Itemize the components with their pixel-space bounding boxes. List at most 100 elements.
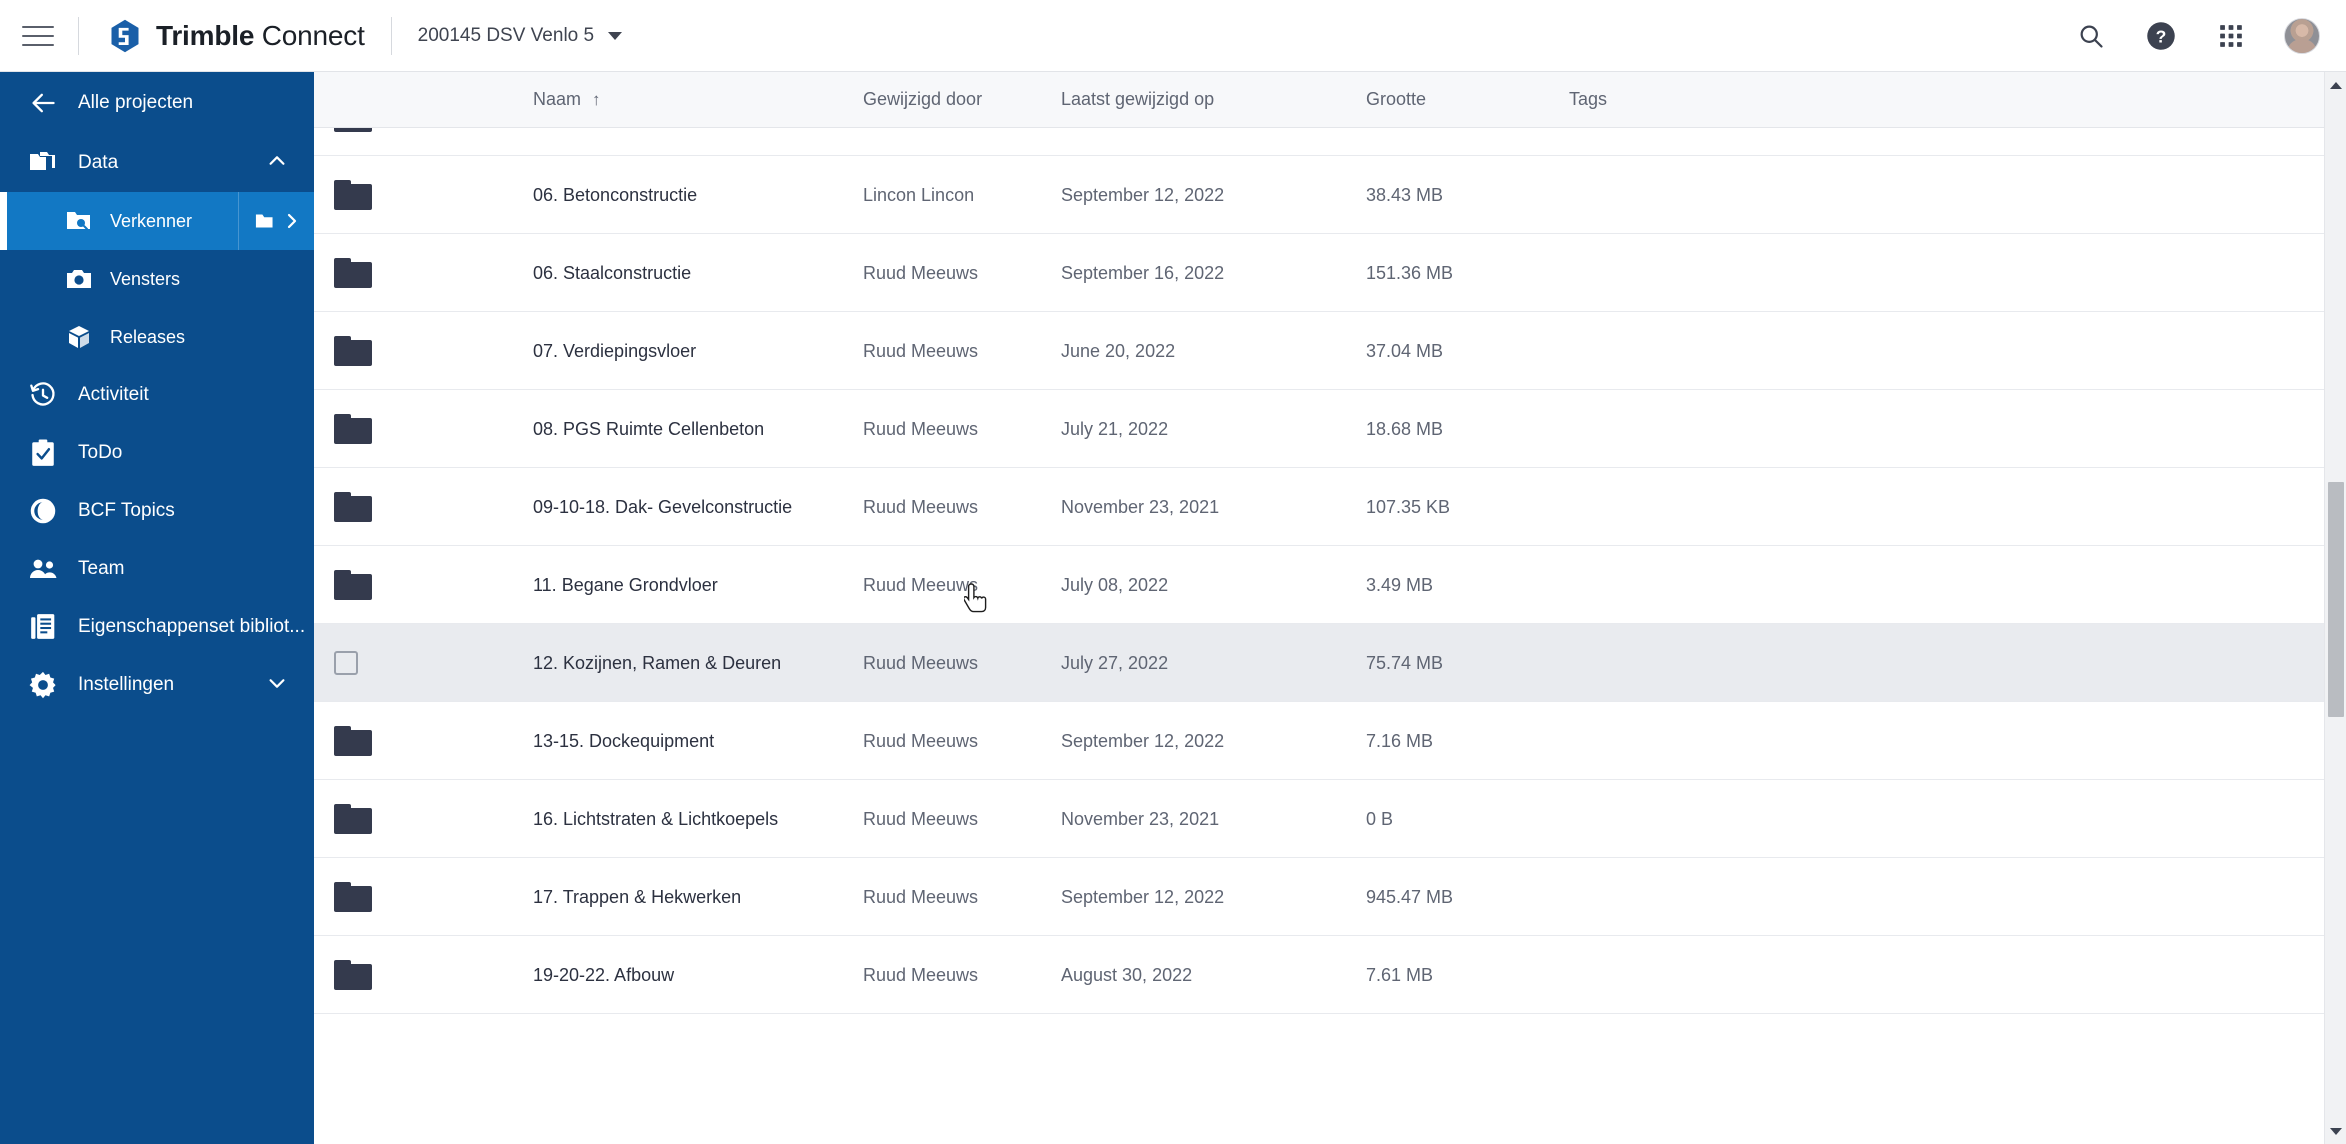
cell-size: 7.61 MB — [1366, 964, 1434, 985]
chevron-down-icon[interactable] — [608, 31, 623, 40]
cell-size: 37.04 MB — [1366, 340, 1444, 361]
sidebar-item-verkenner[interactable]: Verkenner — [0, 192, 314, 250]
cell-name: 13-15. Dockequipment — [533, 730, 715, 751]
cell-size: 18.68 MB — [1366, 418, 1444, 439]
row-icon-cell — [334, 936, 394, 1014]
cell-modified-by: Ruud Meeuws — [863, 496, 979, 517]
row-icon-cell — [334, 390, 394, 468]
sidebar-item-label: BCF Topics — [78, 500, 175, 521]
folders-icon — [26, 146, 60, 180]
folder-icon — [334, 960, 372, 990]
cell-modified-on: July 21, 2022 — [1061, 418, 1169, 439]
column-header-size[interactable]: Grootte — [1366, 89, 1426, 110]
column-header-tags[interactable]: Tags — [1569, 89, 1607, 110]
table-row[interactable]: 04. Fundering Ruud Meeuws July 07, 2022 37.… — [314, 128, 2324, 156]
sidebar-item-instellingen[interactable]: Instellingen — [0, 656, 314, 714]
sidebar-item-label: Releases — [110, 326, 186, 347]
scroll-up-arrow[interactable] — [2325, 74, 2346, 96]
cell-name: 08. PGS Ruimte Cellenbeton — [533, 418, 765, 439]
cell-size: 75.74 MB — [1366, 652, 1444, 673]
sidebar-item-eigenschappenset-bibliotheek[interactable]: Eigenschappenset bibliot... — [0, 598, 314, 656]
cell-modified-on: August 30, 2022 — [1061, 964, 1193, 985]
help-circle-icon[interactable]: ? — [2144, 19, 2178, 53]
trimble-logo-icon — [111, 19, 139, 52]
row-icon-cell — [334, 156, 394, 234]
chevron-down-icon[interactable] — [266, 672, 288, 699]
svg-text:?: ? — [2156, 26, 2167, 46]
cell-name: 06. Betonconstructie — [533, 184, 698, 205]
scroll-down-arrow[interactable] — [2325, 1120, 2346, 1142]
sidebar-item-bcf-topics[interactable]: BCF Topics — [0, 482, 314, 540]
sidebar-item-all-projects[interactable]: Alle projecten — [0, 72, 314, 134]
cell-modified-on: November 23, 2021 — [1061, 496, 1220, 517]
checkbox-unchecked-icon[interactable] — [334, 651, 358, 675]
folder-icon — [334, 180, 372, 210]
sidebar-item-label: Alle projecten — [78, 92, 194, 113]
apps-grid-icon[interactable] — [2214, 19, 2248, 53]
cell-size: 945.47 MB — [1366, 886, 1454, 907]
toolbar-divider — [78, 16, 79, 55]
cell-name: 07. Verdiepingsvloer — [533, 340, 697, 361]
folder-icon — [334, 492, 372, 522]
sidebar: Alle projecten Data Verkenner Vensters R… — [0, 72, 314, 1144]
folder-icon — [334, 128, 372, 132]
row-icon-cell — [334, 234, 394, 312]
sidebar-item-label: Instellingen — [78, 674, 175, 695]
table-row[interactable]: 08. PGS Ruimte Cellenbeton Ruud Meeuws Jul… — [314, 390, 2324, 468]
search-icon[interactable] — [2074, 19, 2108, 53]
gear-icon — [26, 668, 60, 702]
brand-logo-area[interactable]: Trimble Connect — [107, 18, 365, 54]
cell-modified-by: Ruud Meeuws — [863, 418, 979, 439]
table-row[interactable]: 17. Trappen & Hekwerken Ruud Meeuws Septem… — [314, 858, 2324, 936]
top-bar: Trimble Connect 200145 DSV Venlo 5 ? — [0, 0, 2346, 72]
clipboard-check-icon — [26, 436, 60, 470]
folder-chevron-right-icon[interactable] — [238, 192, 314, 250]
library-book-icon — [26, 610, 60, 644]
sidebar-item-activiteit[interactable]: Activiteit — [0, 366, 314, 424]
table-row[interactable]: 07. Verdiepingsvloer Ruud Meeuws June 20, … — [314, 312, 2324, 390]
table-row[interactable]: 06. Staalconstructie Ruud Meeuws September… — [314, 234, 2324, 312]
scrollbar-thumb[interactable] — [2328, 482, 2344, 717]
table-row[interactable]: 11. Begane Grondvloer Ruud Meeuws July 08,… — [314, 546, 2324, 624]
cell-modified-by: Ruud Meeuws — [863, 262, 979, 283]
sidebar-item-data[interactable]: Data — [0, 134, 314, 192]
column-header-name[interactable]: Naam ↑ — [533, 89, 601, 110]
sidebar-item-releases[interactable]: Releases — [0, 308, 314, 366]
chevron-up-icon[interactable] — [266, 150, 288, 177]
sort-ascending-icon: ↑ — [592, 89, 601, 109]
sidebar-item-vensters[interactable]: Vensters — [0, 250, 314, 308]
table-row[interactable]: 09-10-18. Dak- Gevelconstructie Ruud Meeu… — [314, 468, 2324, 546]
folder-icon — [334, 804, 372, 834]
cell-modified-on: July 08, 2022 — [1061, 574, 1169, 595]
project-selector-label[interactable]: 200145 DSV Venlo 5 — [418, 25, 594, 47]
cell-size: 0 B — [1366, 808, 1394, 829]
cell-modified-by: Ruud Meeuws — [863, 730, 979, 751]
file-list: 04. Fundering Ruud Meeuws July 07, 2022 37.… — [314, 128, 2324, 1014]
column-header-modified-on[interactable]: Laatst gewijzigd op — [1061, 89, 1214, 110]
cell-modified-on: July 27, 2022 — [1061, 652, 1169, 673]
sidebar-item-team[interactable]: Team — [0, 540, 314, 598]
table-row[interactable]: 16. Lichtstraten & Lichtkoepels Ruud Meeu… — [314, 780, 2324, 858]
people-icon — [26, 552, 60, 586]
folder-icon — [334, 336, 372, 366]
cell-modified-by: Ruud Meeuws — [863, 128, 978, 156]
sidebar-item-label: Team — [78, 558, 125, 579]
table-row[interactable]: 12. Kozijnen, Ramen & Deuren Ruud Meeuws J… — [314, 624, 2324, 702]
folder-icon — [334, 882, 372, 912]
cell-name: 09-10-18. Dak- Gevelconstructie — [533, 496, 793, 517]
user-avatar[interactable] — [2284, 17, 2320, 54]
vertical-scrollbar[interactable] — [2324, 72, 2346, 1144]
table-row[interactable]: 06. Betonconstructie Lincon Lincon Septemb… — [314, 156, 2324, 234]
cell-size: 7.16 MB — [1366, 730, 1434, 751]
sidebar-item-todo[interactable]: ToDo — [0, 424, 314, 482]
brand-title: Trimble Connect — [156, 20, 365, 52]
cell-modified-on: September 12, 2022 — [1061, 730, 1225, 751]
file-explorer-content: Naam ↑ Gewijzigd door Laatst gewijzigd o… — [314, 72, 2346, 1144]
cell-name: 06. Staalconstructie — [533, 262, 692, 283]
column-header-modified-by[interactable]: Gewijzigd door — [863, 89, 982, 110]
hamburger-menu-icon[interactable] — [22, 23, 56, 49]
table-row[interactable]: 19-20-22. Afbouw Ruud Meeuws August 30, 20… — [314, 936, 2324, 1014]
table-row[interactable]: 13-15. Dockequipment Ruud Meeuws September… — [314, 702, 2324, 780]
cell-name: 19-20-22. Afbouw — [533, 964, 675, 985]
row-icon-cell — [334, 468, 394, 546]
